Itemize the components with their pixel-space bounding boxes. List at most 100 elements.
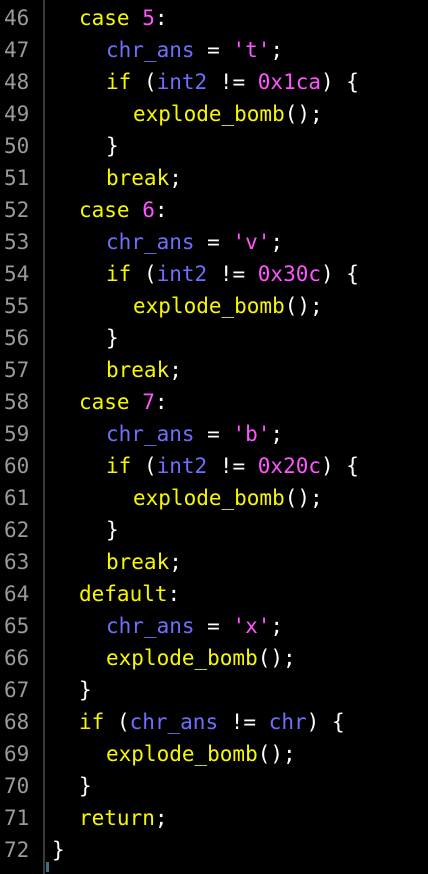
code-text: case 7: — [79, 386, 168, 418]
line-number: 63 — [4, 550, 30, 574]
code-line[interactable]: 54 if (int2 != 0x30c) { — [0, 258, 428, 290]
code-line[interactable]: 69 explode_bomb(); — [0, 738, 428, 770]
code-line[interactable]: 59 chr_ans = 'b'; — [0, 418, 428, 450]
line-number: 51 — [4, 166, 30, 190]
code-text: explode_bomb(); — [133, 290, 323, 322]
code-text: if (int2 != 0x1ca) { — [106, 66, 359, 98]
code-token: break — [106, 358, 170, 382]
code-token: ; — [169, 358, 182, 382]
code-text: explode_bomb(); — [106, 642, 296, 674]
code-text: chr_ans = 'x'; — [106, 610, 283, 642]
line-number: 46 — [4, 6, 30, 30]
line-number: 64 — [4, 582, 30, 606]
code-token: case — [79, 390, 130, 414]
code-line[interactable]: 47 chr_ans = 't'; — [0, 34, 428, 66]
line-number: 49 — [4, 102, 30, 126]
line-number: 69 — [4, 742, 30, 766]
code-token: chr_ans — [106, 230, 195, 254]
line-number: 71 — [4, 806, 30, 830]
code-line[interactable]: 49 explode_bomb(); — [0, 98, 428, 130]
code-line[interactable]: 50} — [0, 130, 428, 162]
code-text: } — [106, 514, 119, 546]
code-line[interactable]: 68 if (chr_ans != chr) { — [0, 706, 428, 738]
code-line[interactable]: 48 if (int2 != 0x1ca) { — [0, 66, 428, 98]
code-editor[interactable]: 46 case 5: 47 chr_ans = 't'; 48 if (int2 != 0… — [0, 0, 428, 874]
code-token: 'v' — [232, 230, 271, 254]
code-text: if (int2 != 0x30c) { — [106, 258, 359, 290]
line-number: 56 — [4, 326, 30, 350]
code-line[interactable]: 71 return; — [0, 802, 428, 834]
code-token: (); — [257, 742, 296, 766]
code-text: } — [106, 322, 119, 354]
code-line[interactable]: 52 case 6: — [0, 194, 428, 226]
code-token: != — [219, 70, 246, 94]
code-token: explode_bomb — [133, 294, 285, 318]
code-token: chr_ans — [129, 710, 219, 734]
code-line[interactable]: 53 chr_ans = 'v'; — [0, 226, 428, 258]
code-text: } — [79, 770, 92, 802]
code-token: ; — [169, 166, 182, 190]
line-number: 72 — [4, 838, 30, 862]
code-token: explode_bomb — [133, 102, 285, 126]
line-number: 67 — [4, 678, 30, 702]
code-text: } — [106, 130, 119, 162]
code-token: } — [79, 678, 92, 702]
code-line[interactable]: 61 explode_bomb(); — [0, 482, 428, 514]
code-line[interactable]: 72} — [0, 834, 428, 866]
code-line[interactable]: 55 explode_bomb(); — [0, 290, 428, 322]
line-number: 62 — [4, 518, 30, 542]
line-number: 50 — [4, 134, 30, 158]
code-line[interactable]: 65 chr_ans = 'x'; — [0, 610, 428, 642]
code-line[interactable]: 46 case 5: — [0, 2, 428, 34]
code-token: : — [167, 582, 181, 606]
code-text: if (chr_ans != chr) { — [79, 706, 345, 738]
code-token: (); — [257, 646, 296, 670]
code-line[interactable]: 67} — [0, 674, 428, 706]
code-token: ; — [169, 550, 182, 574]
code-line[interactable]: 62} — [0, 514, 428, 546]
code-text: chr_ans = 't'; — [106, 34, 283, 66]
code-token: ; — [270, 614, 284, 638]
code-text: explode_bomb(); — [133, 98, 323, 130]
code-token: ) { — [306, 710, 345, 734]
code-line[interactable]: 58 case 7: — [0, 386, 428, 418]
code-token: explode_bomb — [133, 486, 285, 510]
code-line[interactable]: 63 break; — [0, 546, 428, 578]
code-line[interactable]: 70} — [0, 770, 428, 802]
code-token: = — [207, 230, 220, 254]
code-line[interactable]: 64 default: — [0, 578, 428, 610]
code-token: if — [106, 262, 132, 286]
code-line[interactable]: 56} — [0, 322, 428, 354]
code-line[interactable]: 57 break; — [0, 354, 428, 386]
code-text: if (int2 != 0x20c) { — [106, 450, 359, 482]
code-text: case 6: — [79, 194, 168, 226]
line-number: 61 — [4, 486, 30, 510]
code-text: chr_ans = 'v'; — [106, 226, 283, 258]
code-token: chr_ans — [106, 614, 195, 638]
code-token: int2 — [156, 454, 208, 478]
code-token: return — [79, 806, 155, 830]
code-token: (); — [284, 102, 323, 126]
code-token: 5 — [142, 6, 155, 30]
code-line[interactable]: 66 explode_bomb(); — [0, 642, 428, 674]
code-line[interactable]: 51 break; — [0, 162, 428, 194]
cursor-marker — [46, 862, 49, 872]
code-token: 0x30c — [257, 262, 321, 286]
code-token: } — [106, 326, 119, 350]
code-token: (); — [284, 486, 323, 510]
line-number: 52 — [4, 198, 30, 222]
code-text: } — [52, 834, 65, 866]
code-line[interactable]: 60 if (int2 != 0x20c) { — [0, 450, 428, 482]
code-token: explode_bomb — [106, 742, 258, 766]
line-number: 48 — [4, 70, 30, 94]
